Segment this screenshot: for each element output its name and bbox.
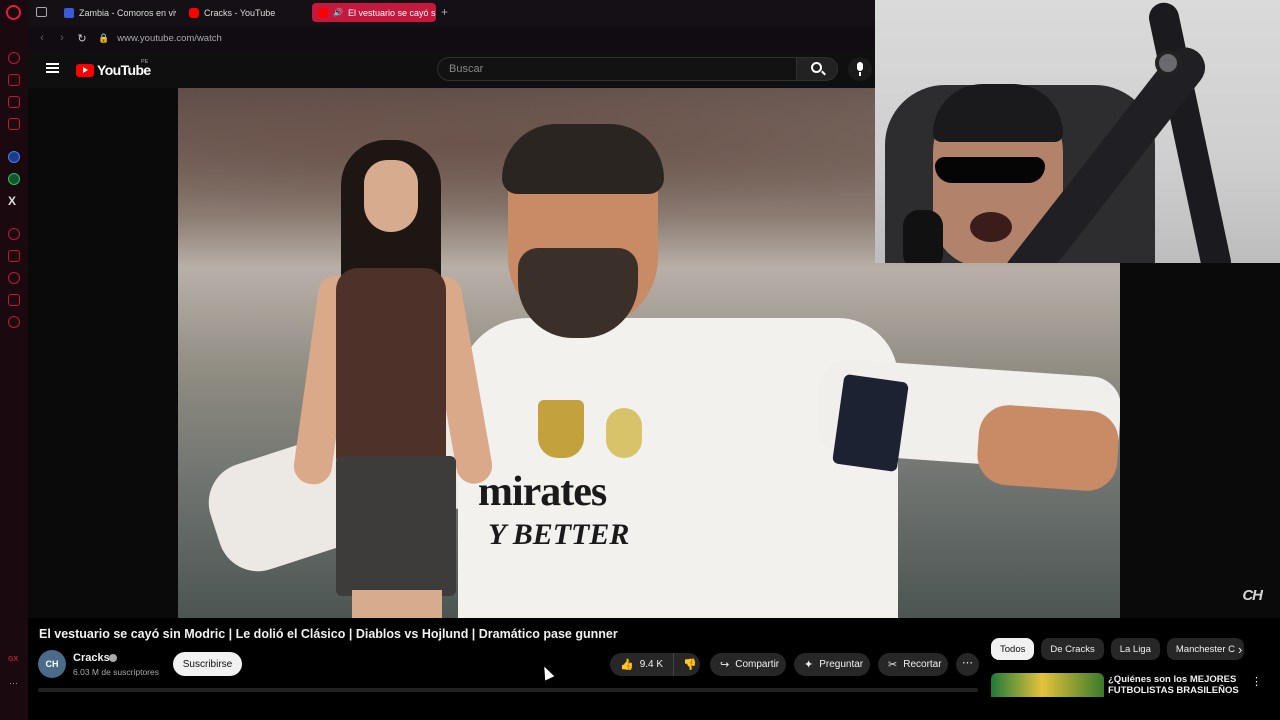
youtube-logo[interactable]: YouTube	[76, 62, 151, 78]
x-icon[interactable]: X	[8, 194, 16, 208]
youtube-favicon-icon	[189, 7, 199, 18]
page-scrollbar[interactable]	[38, 688, 978, 692]
dislike-button[interactable]: 👎	[674, 658, 697, 671]
tab-cracks[interactable]: Cracks - YouTube	[183, 3, 303, 22]
sunglasses	[935, 157, 1045, 183]
search-button[interactable]	[796, 57, 838, 81]
speaker-icon[interactable]: 🔊	[333, 8, 343, 17]
thumbs-up-icon: 👍	[620, 659, 634, 671]
region-code: PE	[141, 59, 149, 65]
champions-badge	[538, 400, 584, 458]
workspaces-icon[interactable]	[36, 7, 47, 17]
share-icon: ↪	[720, 659, 730, 671]
clip-label: Recortar	[903, 659, 942, 670]
globe-icon	[64, 7, 74, 18]
like-dislike-group: 👍 9.4 K 👎	[610, 653, 700, 676]
channel-watermark[interactable]: CH	[1242, 587, 1263, 604]
reload-icon[interactable]: ↻	[76, 32, 88, 45]
presenter-figure	[276, 140, 536, 618]
chip-la-liga[interactable]: La Liga	[1110, 638, 1160, 660]
club-crest	[606, 408, 642, 458]
tab-label: El vestuario se cayó sin	[347, 7, 436, 18]
share-button[interactable]: ↪ Compartir	[710, 653, 786, 676]
more-actions-button[interactable]: ⋯	[956, 653, 979, 676]
player-icon[interactable]	[8, 228, 20, 240]
tab-label: Cracks - YouTube	[204, 7, 276, 18]
hand	[975, 403, 1120, 493]
back-icon[interactable]: ‹	[36, 32, 48, 44]
tab-zambia[interactable]: Zambia - Comoros en vivo	[58, 3, 176, 22]
microphone	[903, 210, 943, 263]
recommendation-more-icon[interactable]: ⋮	[1251, 675, 1262, 688]
new-tab-icon[interactable]: +	[441, 5, 448, 19]
arm-knob	[1155, 50, 1181, 76]
chip-todos[interactable]: Todos	[991, 638, 1035, 660]
settings-icon[interactable]	[8, 316, 20, 328]
whatsapp-icon[interactable]	[8, 173, 20, 185]
face	[364, 160, 418, 232]
extension-icon[interactable]	[8, 74, 20, 86]
music-icon[interactable]	[8, 118, 20, 130]
opera-logo-icon[interactable]	[6, 5, 21, 20]
chevron-right-icon[interactable]: ›	[1238, 642, 1242, 657]
top	[336, 268, 446, 468]
tab-strip: Zambia - Comoros en vivo Cracks - YouTub…	[28, 0, 875, 26]
menu-icon[interactable]	[46, 63, 59, 73]
captain-band	[832, 373, 909, 473]
channel-row: CH Cracks 6.03 M de suscriptores Suscrib…	[38, 650, 979, 680]
scissors-icon: ✂	[888, 659, 898, 671]
channel-name[interactable]: Cracks	[73, 652, 110, 664]
mouth	[970, 212, 1012, 242]
related-chips: Todos De Cracks La Liga Manchester C	[991, 638, 1251, 662]
messenger-icon[interactable]	[8, 151, 20, 163]
shorts	[336, 456, 456, 596]
microphone-icon	[857, 62, 863, 76]
pinboard-icon[interactable]	[8, 294, 20, 306]
video-title: El vestuario se cayó sin Modric | Le dol…	[39, 627, 618, 641]
like-count: 9.4 K	[639, 659, 664, 670]
ask-button[interactable]: ✦ Preguntar	[794, 653, 870, 676]
youtube-favicon-icon	[318, 7, 328, 18]
history-icon[interactable]	[8, 272, 20, 284]
tab-label: Zambia - Comoros en vivo	[79, 7, 176, 18]
search-input[interactable]	[438, 58, 796, 80]
youtube-play-icon	[76, 63, 94, 77]
share-label: Compartir	[735, 659, 780, 670]
wallet-icon[interactable]	[8, 250, 20, 262]
ask-label: Preguntar	[819, 659, 864, 670]
subscribe-button[interactable]: Suscribirse	[173, 652, 242, 676]
webcam-overlay	[875, 0, 1280, 263]
verified-icon	[109, 654, 117, 662]
youtube-header: YouTube PE	[28, 50, 875, 88]
avatar[interactable]: CH	[38, 650, 66, 678]
url-field[interactable]: www.youtube.com/watch	[117, 33, 222, 44]
gx-icon[interactable]: GX	[8, 656, 18, 663]
like-button[interactable]: 👍 9.4 K	[610, 653, 675, 676]
legs	[352, 590, 442, 618]
more-dots-icon[interactable]: ⋯	[9, 678, 18, 689]
aria-icon[interactable]	[8, 52, 20, 64]
recommendation-thumbnail[interactable]	[991, 673, 1104, 697]
sparkle-icon: ✦	[804, 659, 814, 671]
opera-sidebar: X GX ⋯	[0, 0, 28, 720]
voice-search-button[interactable]	[848, 57, 872, 81]
lock-icon[interactable]: 🔒	[98, 33, 109, 44]
search-icon	[811, 62, 822, 73]
subscriber-count: 6.03 M de suscriptores	[73, 667, 159, 677]
forward-icon[interactable]: ›	[56, 32, 68, 44]
chip-manchester[interactable]: Manchester C	[1166, 638, 1245, 660]
thumbs-down-icon: 👎	[683, 659, 697, 671]
twitch-icon[interactable]	[8, 96, 20, 108]
chip-de-cracks[interactable]: De Cracks	[1041, 638, 1104, 660]
search-box	[437, 57, 796, 81]
clip-button[interactable]: ✂ Recortar	[878, 653, 948, 676]
recommendation-title[interactable]: ¿Quiénes son los MEJORES FUTBOLISTAS BRA…	[1108, 674, 1240, 696]
tab-active-video[interactable]: 🔊 El vestuario se cayó sin	[312, 3, 436, 22]
address-bar: ‹ › ↻ 🔒 www.youtube.com/watch	[28, 26, 875, 50]
